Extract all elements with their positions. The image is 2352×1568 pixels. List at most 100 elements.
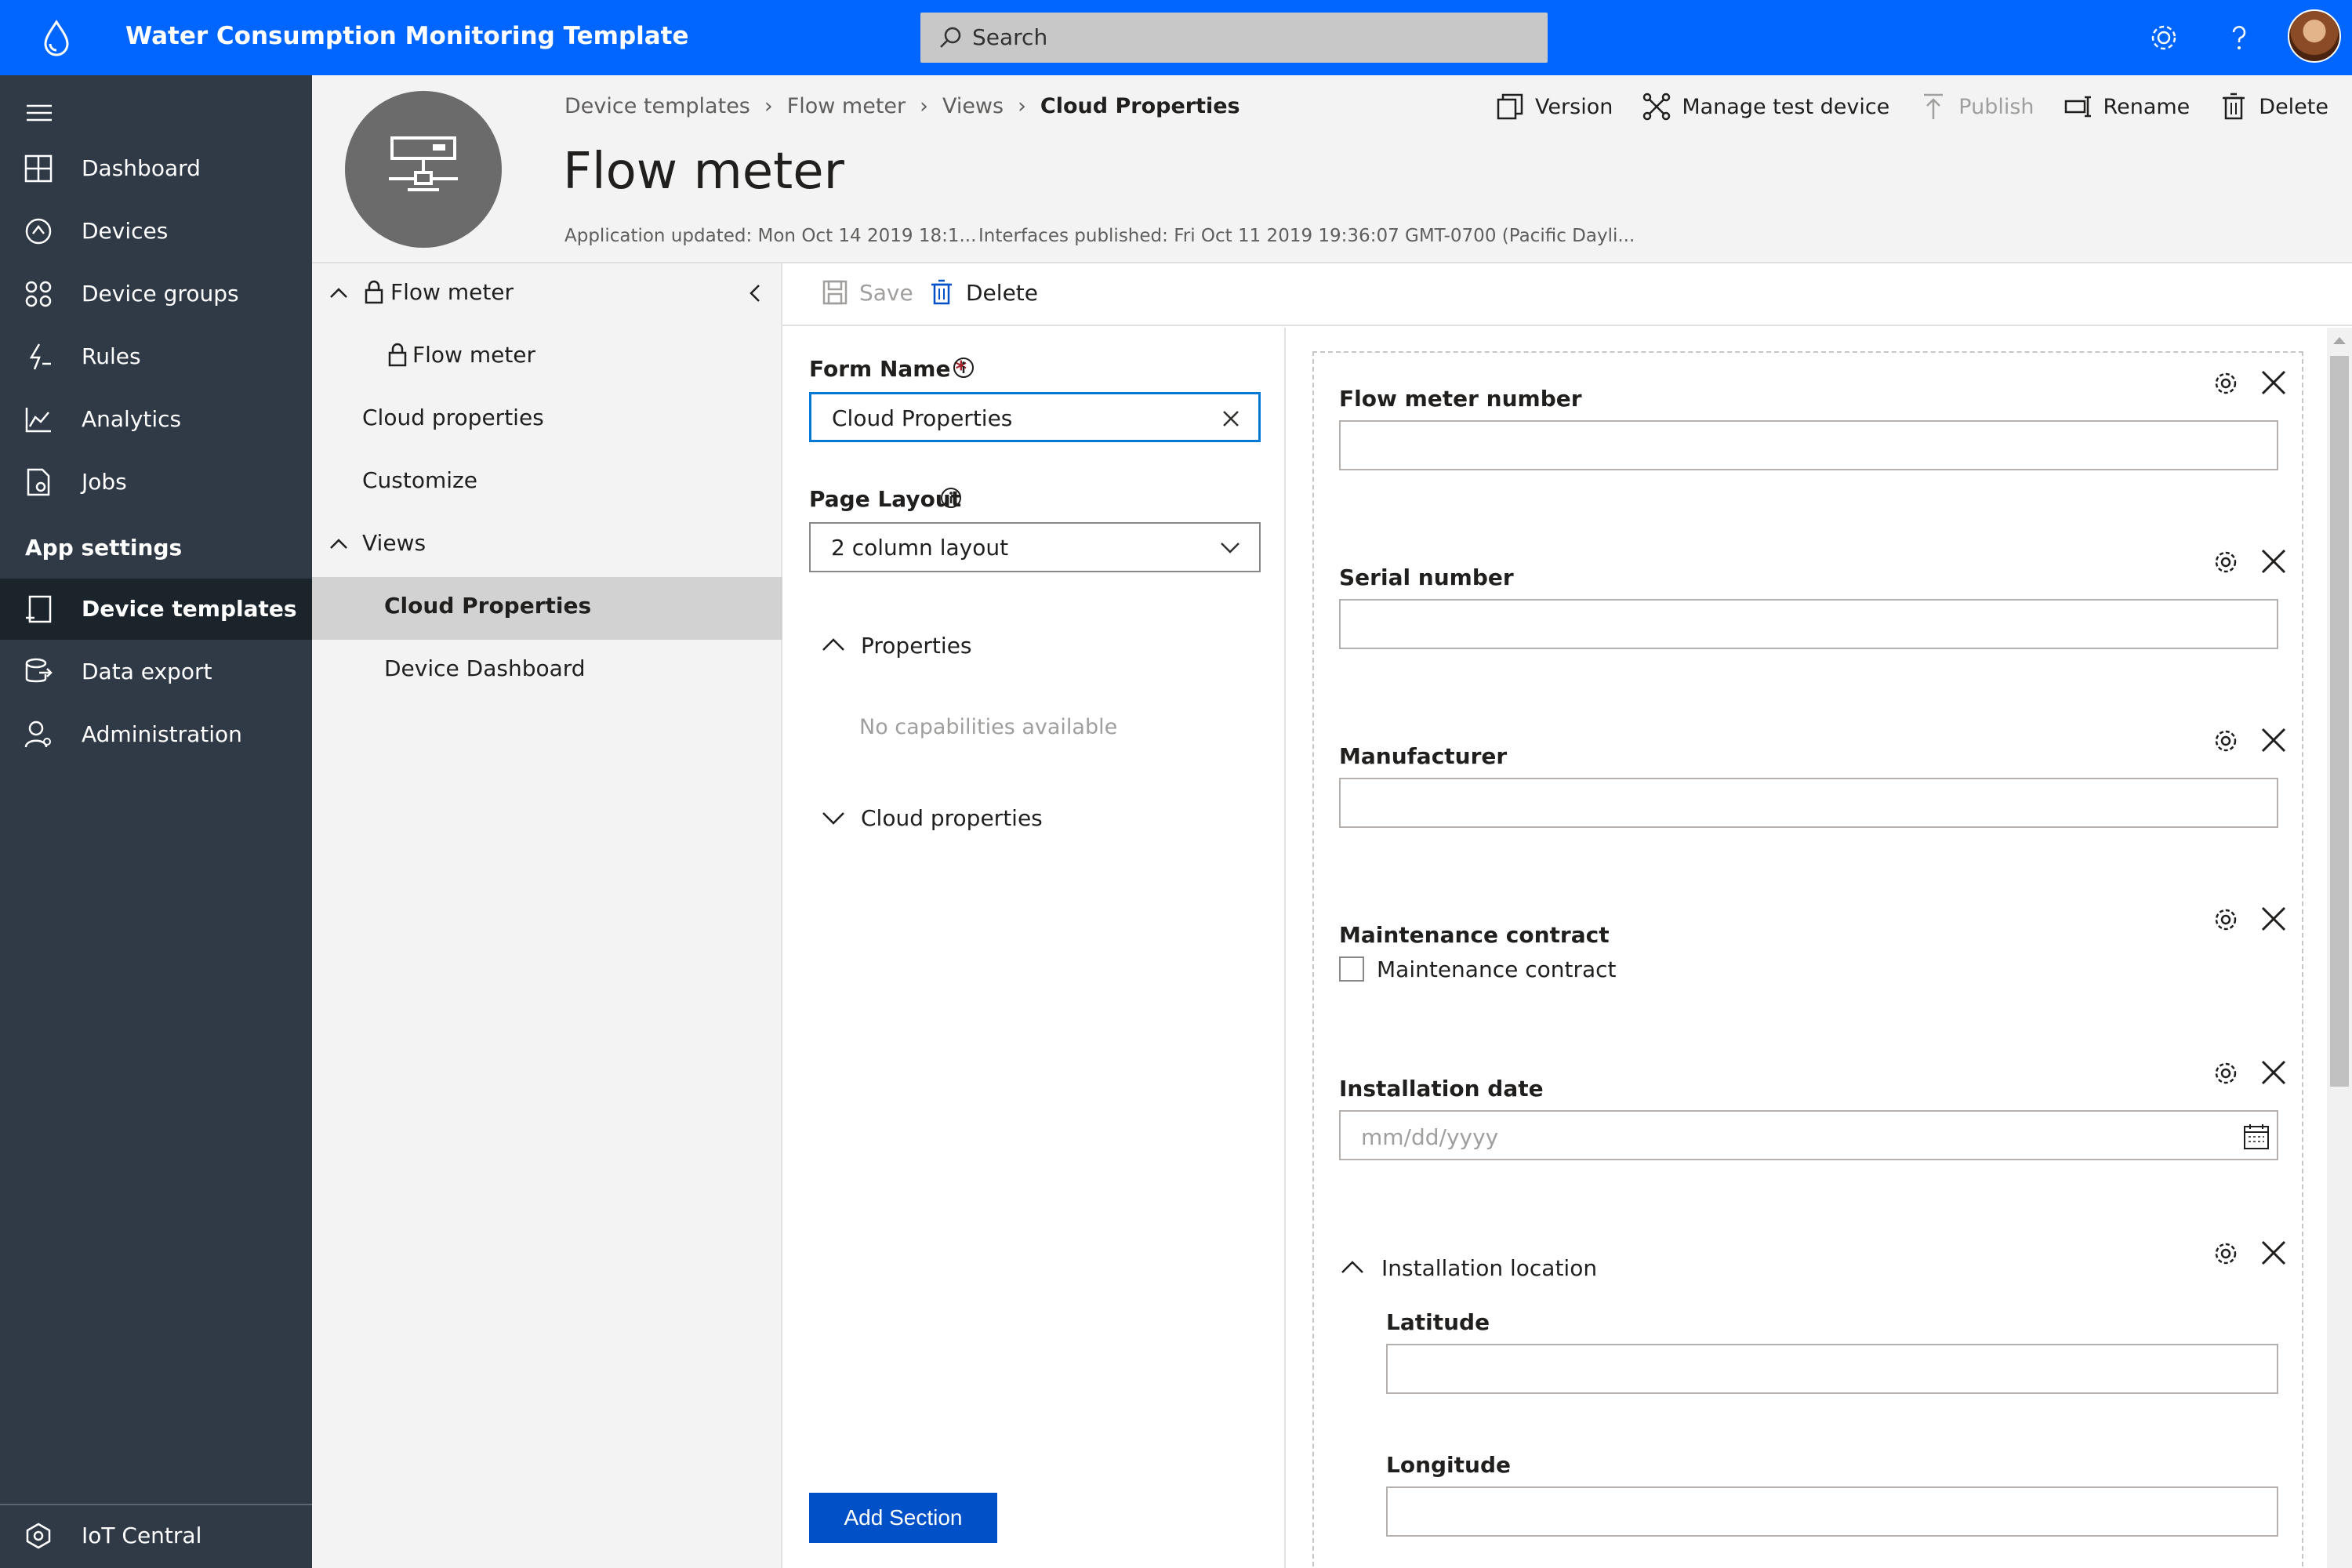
interfaces-published-text: Interfaces published: Fri Oct 11 2019 19… (978, 226, 1635, 246)
gear-icon[interactable] (2211, 905, 2241, 935)
manage-test-device-button[interactable]: Manage test device (1642, 93, 1889, 121)
tree-item-view-device-dashboard[interactable]: Device Dashboard (312, 640, 782, 702)
breadcrumb-views[interactable]: Views (942, 94, 1004, 118)
tree-label: Views (362, 530, 426, 556)
scrollbar-thumb[interactable] (2330, 356, 2349, 1087)
gear-icon[interactable] (2211, 1239, 2241, 1269)
checkbox-label: Maintenance contract (1377, 956, 1617, 982)
delete-template-button[interactable]: Delete (2220, 93, 2328, 121)
gear-icon[interactable] (2211, 726, 2241, 756)
gear-icon[interactable] (2145, 19, 2183, 56)
tree-item-customize[interactable]: Customize (312, 452, 782, 514)
canvas-scrollbar[interactable] (2327, 328, 2352, 1568)
form-name-input[interactable]: Cloud Properties (809, 392, 1261, 442)
device-templates-icon (26, 595, 52, 623)
cloud-properties-section-header[interactable]: Cloud properties (820, 804, 1043, 831)
water-drop-icon[interactable] (39, 19, 74, 56)
header-actions: Version Manage test device Publish Renam… (1496, 93, 2328, 121)
nav-item-data-export[interactable]: Data export (0, 641, 312, 702)
nav-item-device-groups[interactable]: Device groups (0, 263, 312, 325)
calendar-icon[interactable] (2242, 1123, 2270, 1151)
view-settings-panel: Form Name * Cloud Properties Page Layout … (782, 328, 1286, 1568)
close-icon[interactable] (2259, 1058, 2288, 1087)
tree-label: Flow meter (412, 342, 536, 368)
nav-item-devices[interactable]: Devices (0, 201, 312, 262)
nav-item-device-templates[interactable]: Device templates (0, 579, 312, 640)
rename-label: Rename (2103, 94, 2190, 119)
delete-view-button[interactable]: Delete (928, 279, 1038, 306)
gear-icon[interactable] (2211, 368, 2241, 398)
nav-label: Device templates (82, 596, 297, 622)
breadcrumb-device-templates[interactable]: Device templates (564, 94, 750, 118)
canvas-section: Flow meter number Serial number Manufact… (1312, 351, 2303, 1568)
close-icon[interactable] (2259, 905, 2288, 933)
close-icon[interactable] (2259, 368, 2288, 397)
save-button[interactable]: Save (822, 279, 913, 306)
rename-button[interactable]: Rename (2064, 93, 2190, 121)
installation-location-header[interactable]: Installation location (1339, 1254, 1597, 1281)
page-layout-value: 2 column layout (831, 535, 1009, 561)
breadcrumb-flow-meter[interactable]: Flow meter (787, 94, 906, 118)
rules-icon (29, 343, 51, 370)
properties-section-header[interactable]: Properties (820, 632, 972, 659)
save-label: Save (859, 279, 913, 306)
chevron-up-icon (1341, 1261, 1363, 1273)
gear-icon[interactable] (2211, 547, 2241, 577)
version-button[interactable]: Version (1496, 93, 1613, 121)
tree-item-flow-meter-interface[interactable]: Flow meter (312, 326, 782, 389)
tile-label: Flow meter number (1339, 386, 1582, 412)
jobs-icon (27, 468, 50, 496)
collapse-panel-icon[interactable] (745, 282, 767, 304)
publish-button[interactable]: Publish (1919, 93, 2034, 121)
tile-label: Maintenance contract (1339, 922, 1610, 948)
chevron-right-icon: › (1018, 94, 1026, 118)
delete-label: Delete (2259, 94, 2328, 119)
latitude-input[interactable] (1386, 1344, 2278, 1394)
form-name-value: Cloud Properties (832, 405, 1013, 431)
avatar[interactable] (2288, 9, 2341, 63)
info-icon[interactable] (952, 356, 975, 379)
flow-meter-number-input[interactable] (1339, 420, 2278, 470)
lock-icon (388, 343, 407, 367)
longitude-input[interactable] (1386, 1486, 2278, 1537)
installation-date-input[interactable]: mm/dd/yyyy (1339, 1110, 2278, 1160)
breadcrumb-current: Cloud Properties (1040, 94, 1240, 118)
add-section-button[interactable]: Add Section (809, 1493, 997, 1543)
info-icon[interactable] (939, 486, 963, 510)
close-icon[interactable] (2259, 1239, 2288, 1267)
nav-item-analytics[interactable]: Analytics (0, 389, 312, 450)
scroll-up-icon[interactable] (2332, 334, 2347, 347)
devices-icon (25, 218, 52, 245)
tree-item-views[interactable]: Views (312, 514, 782, 577)
nav-item-jobs[interactable]: Jobs (0, 452, 312, 513)
gear-icon[interactable] (2211, 1058, 2241, 1088)
chevron-down-icon (1221, 543, 1240, 554)
serial-number-input[interactable] (1339, 599, 2278, 649)
close-icon[interactable] (2259, 547, 2288, 575)
tree-label: Flow meter (390, 279, 514, 305)
nav-item-administration[interactable]: Administration (0, 704, 312, 765)
maintenance-contract-checkbox[interactable] (1339, 956, 1364, 982)
page-layout-dropdown[interactable]: 2 column layout (809, 522, 1261, 572)
tree-item-view-cloud-properties[interactable]: Cloud Properties (312, 577, 782, 640)
chevron-up-icon[interactable] (328, 533, 350, 555)
nav-label: Administration (82, 721, 242, 747)
tile-label: Manufacturer (1339, 743, 1508, 769)
chevron-up-icon[interactable] (328, 282, 350, 304)
manufacturer-input[interactable] (1339, 778, 2278, 828)
hamburger-menu-icon[interactable] (25, 103, 53, 122)
nav-item-rules[interactable]: Rules (0, 326, 312, 387)
analytics-icon (25, 408, 51, 433)
nav-item-dashboard[interactable]: Dashboard (0, 138, 312, 199)
tree-item-cloud-properties[interactable]: Cloud properties (312, 389, 782, 452)
nav-section-app-settings: App settings (25, 535, 183, 561)
clear-icon[interactable] (1221, 408, 1241, 429)
help-icon[interactable] (2220, 19, 2258, 56)
close-icon[interactable] (2259, 726, 2288, 754)
nav-label: Data export (82, 659, 212, 684)
nav-item-iot-central[interactable]: IoT Central (0, 1505, 312, 1566)
chevron-right-icon: › (764, 94, 773, 118)
no-capabilities-text: No capabilities available (859, 715, 1118, 739)
search-box[interactable]: Search (920, 13, 1548, 63)
tree-item-flow-meter-root[interactable]: Flow meter (312, 263, 782, 326)
